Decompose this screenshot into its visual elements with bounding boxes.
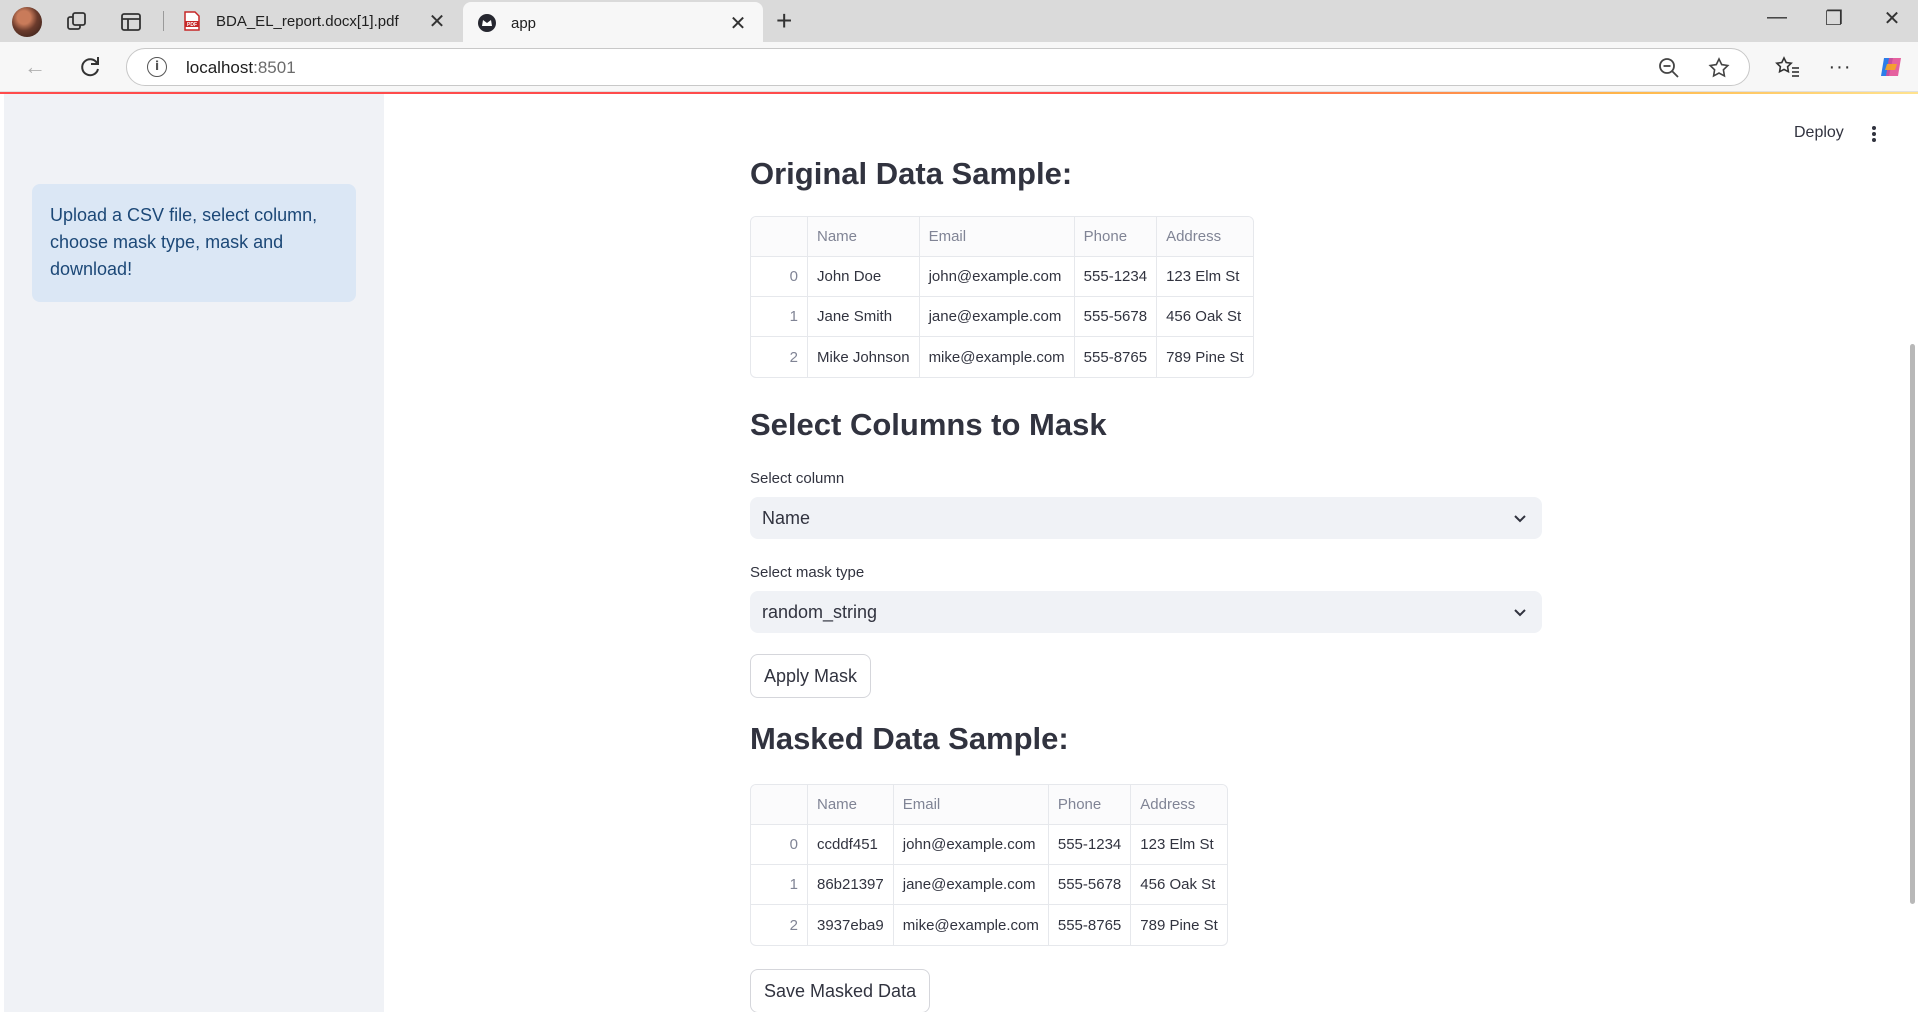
svg-text:PDF: PDF: [187, 22, 197, 28]
select-columns-heading: Select Columns to Mask: [750, 407, 1107, 442]
tab-title: BDA_EL_report.docx[1].pdf: [216, 12, 399, 30]
table-cell[interactable]: mike@example.com: [894, 905, 1049, 945]
table-cell[interactable]: 456 Oak St: [1131, 865, 1227, 905]
window-close-icon[interactable]: ✕: [1872, 6, 1912, 31]
browser-tab-strip: PDF BDA_EL_report.docx[1].pdf ✕ app ✕ + …: [0, 0, 1918, 44]
original-data-heading: Original Data Sample:: [750, 156, 1073, 191]
back-arrow-icon[interactable]: ←: [20, 52, 50, 82]
table-cell[interactable]: Mike Johnson: [808, 337, 920, 377]
column-header[interactable]: Name: [808, 785, 894, 825]
table-row: 2 3937eba9 mike@example.com 555-8765 789…: [751, 905, 1227, 945]
address-bar[interactable]: i localhost:8501: [126, 48, 1750, 86]
table-cell[interactable]: 86b21397: [808, 865, 894, 905]
table-row: 1 86b21397 jane@example.com 555-5678 456…: [751, 865, 1227, 905]
table-cell[interactable]: 3937eba9: [808, 905, 894, 945]
zoom-out-icon[interactable]: [1657, 56, 1681, 80]
table-cell[interactable]: john@example.com: [893, 825, 1049, 865]
sidebar: Upload a CSV file, select column, choose…: [4, 94, 384, 1012]
site-info-icon[interactable]: i: [147, 57, 167, 77]
select-column-label: Select column: [750, 470, 845, 487]
select-mask-type-label: Select mask type: [750, 564, 865, 581]
table-cell[interactable]: 789 Pine St: [1157, 337, 1253, 377]
chevron-down-icon: [1514, 515, 1526, 523]
table-cell[interactable]: ccddf451: [808, 825, 894, 865]
browser-toolbar: ← i localhost:8501 ···: [0, 42, 1918, 92]
tab-title: app: [511, 14, 537, 32]
deploy-button[interactable]: Deploy: [1794, 124, 1844, 142]
close-icon[interactable]: ✕: [727, 11, 749, 36]
chevron-down-icon: [1514, 609, 1526, 617]
column-select-value: Name: [762, 507, 811, 528]
table-cell[interactable]: 555-1234: [1048, 825, 1132, 865]
column-header[interactable]: Name: [808, 217, 920, 257]
reload-icon[interactable]: [75, 52, 105, 82]
table-cell[interactable]: 555-5678: [1048, 865, 1132, 905]
column-header[interactable]: Phone: [1048, 785, 1132, 825]
column-header[interactable]: Address: [1131, 785, 1227, 825]
minimize-icon[interactable]: —: [1757, 6, 1797, 29]
column-header[interactable]: Address: [1157, 217, 1253, 257]
table-cell[interactable]: mike@example.com: [920, 337, 1075, 377]
row-index: 0: [751, 257, 808, 297]
table-cell[interactable]: 555-5678: [1074, 297, 1158, 337]
table-cell[interactable]: 123 Elm St: [1131, 825, 1227, 865]
profile-avatar[interactable]: [12, 7, 42, 37]
workspaces-icon[interactable]: [64, 9, 90, 35]
tab-pdf[interactable]: PDF BDA_EL_report.docx[1].pdf ✕: [168, 0, 462, 42]
favorites-icon[interactable]: [1772, 52, 1802, 82]
tab-separator: [163, 11, 164, 31]
more-options-icon[interactable]: ···: [1825, 52, 1855, 82]
new-tab-button[interactable]: +: [776, 6, 792, 36]
main-menu-icon[interactable]: [1864, 124, 1884, 144]
copilot-icon[interactable]: [1876, 52, 1906, 82]
table-cell[interactable]: 555-8765: [1075, 337, 1158, 377]
sidebar-info-box: Upload a CSV file, select column, choose…: [32, 184, 356, 302]
tab-actions-icon[interactable]: [118, 9, 144, 35]
column-select[interactable]: Name: [750, 497, 1542, 539]
table-cell[interactable]: john@example.com: [919, 257, 1075, 297]
table-cell[interactable]: 123 Elm St: [1157, 257, 1253, 297]
row-index: 2: [751, 337, 808, 377]
save-masked-data-button[interactable]: Save Masked Data: [750, 969, 931, 1012]
row-index: 1: [751, 865, 808, 905]
tab-app[interactable]: app ✕: [463, 2, 763, 44]
streamlit-crown-icon: [478, 14, 496, 32]
row-index: 1: [751, 297, 808, 337]
table-cell[interactable]: jane@example.com: [893, 865, 1049, 905]
url-text[interactable]: localhost:8501: [186, 58, 296, 78]
masked-data-table[interactable]: Name Email Phone Address 0 ccddf451 john…: [750, 784, 1228, 946]
table-header-row: Name Email Phone Address: [751, 785, 1227, 825]
column-header[interactable]: Phone: [1074, 217, 1158, 257]
column-header[interactable]: Email: [919, 217, 1075, 257]
table-cell[interactable]: 555-1234: [1074, 257, 1158, 297]
table-cell[interactable]: 789 Pine St: [1131, 905, 1227, 945]
table-cell[interactable]: 555-8765: [1049, 905, 1132, 945]
scrollbar[interactable]: [1910, 344, 1915, 904]
table-row: 1 Jane Smith jane@example.com 555-5678 4…: [751, 297, 1253, 337]
restore-icon[interactable]: ❐: [1814, 6, 1854, 31]
table-cell[interactable]: 456 Oak St: [1157, 297, 1253, 337]
mask-type-select-value: random_string: [762, 601, 878, 622]
mask-type-select[interactable]: random_string: [750, 591, 1542, 633]
column-header[interactable]: Email: [893, 785, 1049, 825]
row-index: 2: [751, 905, 808, 945]
index-header: [751, 217, 808, 257]
table-cell[interactable]: Jane Smith: [808, 297, 920, 337]
index-header: [751, 785, 808, 825]
row-index: 0: [751, 825, 808, 865]
original-data-table[interactable]: Name Email Phone Address 0 John Doe john…: [750, 216, 1254, 378]
close-icon[interactable]: ✕: [426, 9, 448, 34]
table-row: 2 Mike Johnson mike@example.com 555-8765…: [751, 337, 1253, 377]
table-row: 0 ccddf451 john@example.com 555-1234 123…: [751, 825, 1227, 865]
table-cell[interactable]: John Doe: [808, 257, 920, 297]
apply-mask-button[interactable]: Apply Mask: [750, 654, 872, 698]
favorite-star-icon[interactable]: [1707, 56, 1731, 80]
table-header-row: Name Email Phone Address: [751, 217, 1253, 257]
main-content: Deploy Original Data Sample: Name Email …: [384, 94, 1918, 1012]
pdf-icon: PDF: [184, 11, 200, 31]
table-row: 0 John Doe john@example.com 555-1234 123…: [751, 257, 1253, 297]
masked-data-heading: Masked Data Sample:: [750, 721, 1069, 756]
table-cell[interactable]: jane@example.com: [919, 297, 1075, 337]
